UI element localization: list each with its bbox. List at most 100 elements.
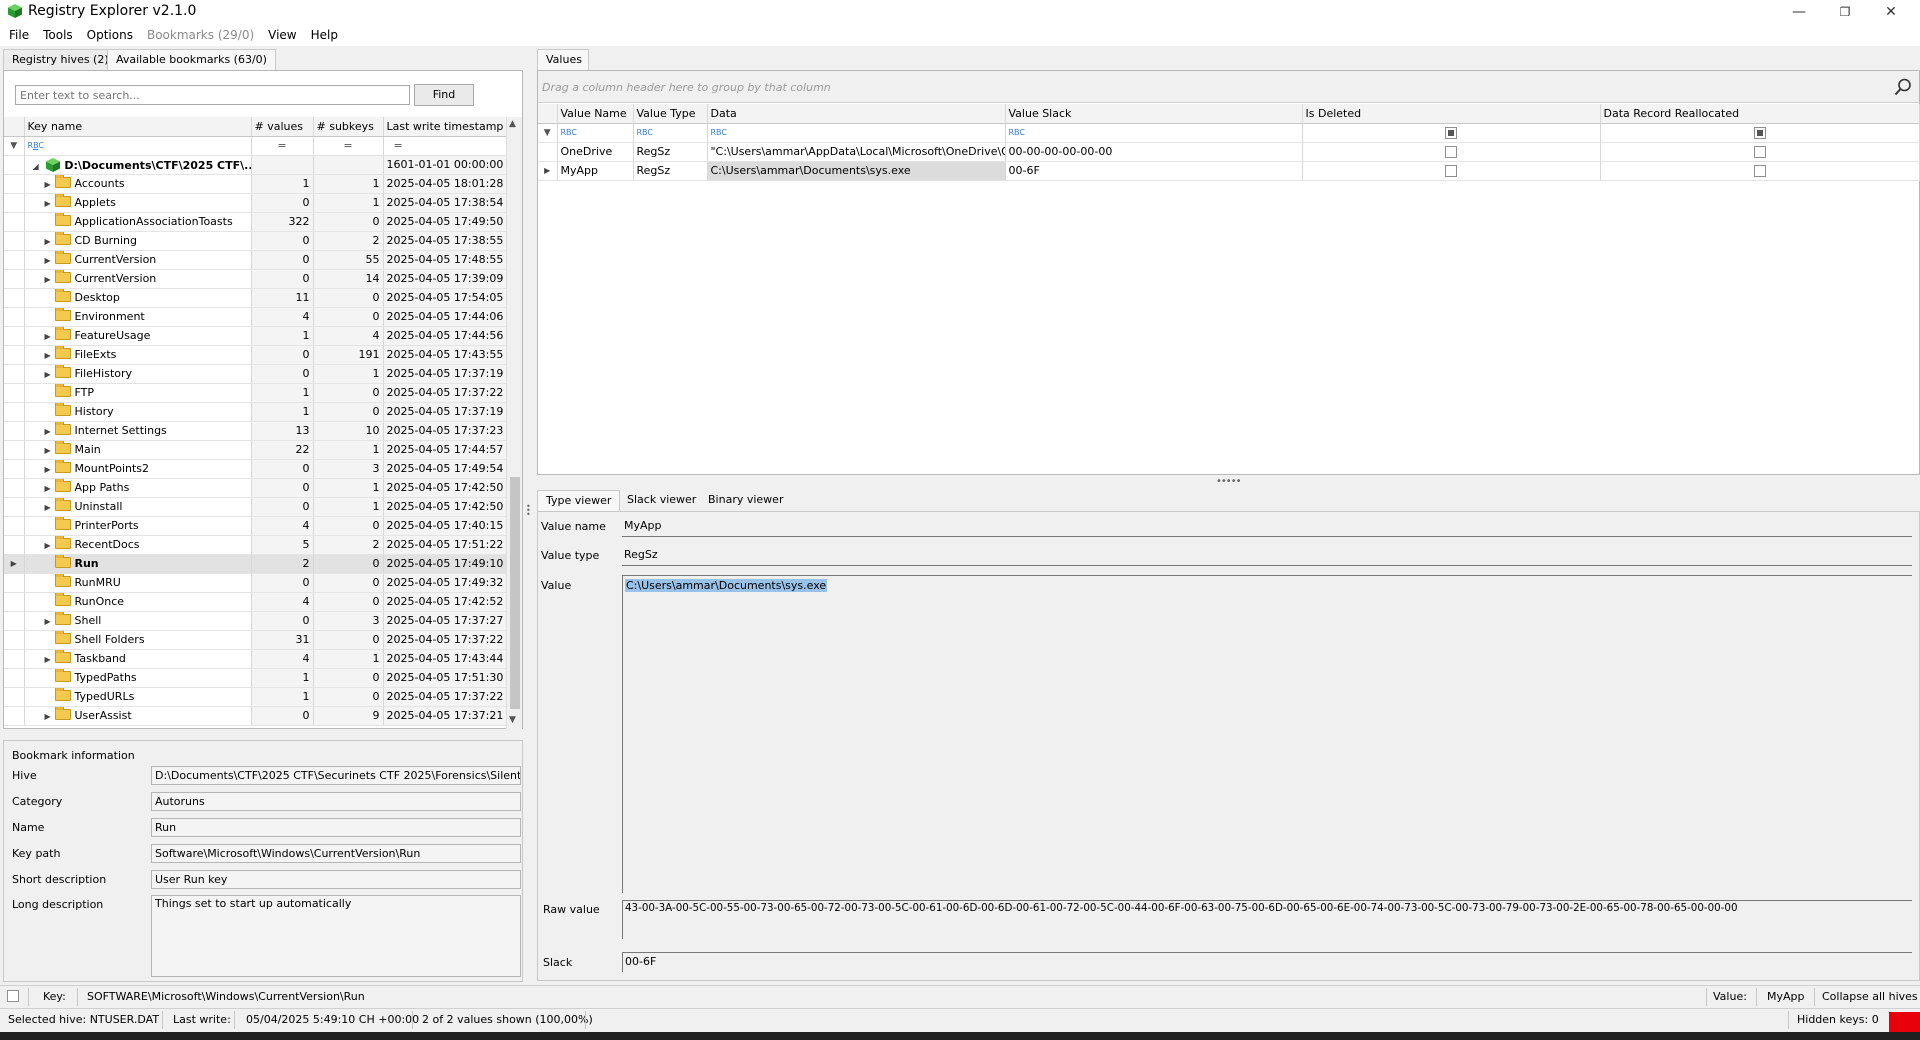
tree-row[interactable]: ▶ UserAssist 0 9 2025-04-05 17:37:21: [4, 706, 507, 726]
col-subkeys[interactable]: # subkeys: [313, 117, 384, 137]
filter-subkeys[interactable]: =: [313, 136, 384, 156]
tab-values[interactable]: Values: [537, 49, 589, 70]
slack-field[interactable]: 00-6F: [622, 952, 1912, 972]
group-by-area[interactable]: Drag a column header here to group by th…: [538, 71, 1919, 103]
col-values[interactable]: # values: [251, 117, 314, 137]
tree-row[interactable]: History 1 0 2025-04-05 17:37:19: [4, 402, 507, 422]
value-type-field[interactable]: RegSz: [622, 546, 1912, 566]
tree-row[interactable]: ▶ CD Burning 0 2 2025-04-05 17:38:55: [4, 231, 507, 251]
col-data-record-reallocated[interactable]: Data Record Reallocated: [1600, 104, 1920, 124]
reallocated-checkbox[interactable]: [1753, 165, 1766, 177]
menu-help[interactable]: Help: [306, 24, 343, 46]
value-row-onedrive[interactable]: OneDrive RegSz "C:\Users\ammar\AppData\L…: [538, 142, 1920, 162]
category-field[interactable]: Autoruns: [151, 792, 521, 811]
filter-value-slack[interactable]: RBC: [1005, 123, 1303, 143]
find-button[interactable]: Find: [414, 84, 474, 106]
tree-row[interactable]: FTP 1 0 2025-04-05 17:37:22: [4, 383, 507, 403]
value-row-myapp[interactable]: ▶ MyApp RegSz C:\Users\ammar\Documents\s…: [538, 161, 1920, 181]
filter-reallocated-checkbox[interactable]: [1753, 127, 1766, 139]
col-value-name[interactable]: Value Name: [557, 104, 634, 124]
tree-row[interactable]: ▶ FileHistory 0 1 2025-04-05 17:37:19: [4, 364, 507, 384]
key-bar-checkbox[interactable]: [7, 990, 19, 1002]
collapse-all-hives-button[interactable]: Collapse all hives: [1822, 990, 1918, 1003]
expand-arrow-icon[interactable]: ▶: [45, 655, 55, 664]
expand-arrow-icon[interactable]: ▶: [45, 237, 55, 246]
scroll-up-icon[interactable]: ▲: [509, 119, 516, 129]
tab-type-viewer[interactable]: Type viewer: [537, 490, 621, 511]
filter-timestamp[interactable]: =: [383, 136, 507, 156]
tree-row[interactable]: Shell Folders 31 0 2025-04-05 17:37:22: [4, 630, 507, 650]
col-last-write[interactable]: Last write timestamp: [383, 117, 507, 137]
expand-arrow-icon[interactable]: ▶: [45, 332, 55, 341]
expand-arrow-icon[interactable]: ▶: [45, 484, 55, 493]
search-icon[interactable]: [1894, 78, 1912, 96]
expand-arrow-icon[interactable]: ▶: [45, 427, 55, 436]
expand-arrow-icon[interactable]: ▶: [45, 503, 55, 512]
filter-values[interactable]: =: [251, 136, 314, 156]
raw-value-field[interactable]: 43-00-3A-00-5C-00-55-00-73-00-65-00-72-0…: [622, 900, 1912, 939]
tree-row[interactable]: ▶ FeatureUsage 1 4 2025-04-05 17:44:56: [4, 326, 507, 346]
tree-row[interactable]: ▶ CurrentVersion 0 55 2025-04-05 17:48:55: [4, 250, 507, 270]
tab-slack-viewer[interactable]: Slack viewer: [619, 490, 704, 511]
tab-available-bookmarks[interactable]: Available bookmarks (63/0): [107, 49, 276, 70]
filter-key-name[interactable]: RBC: [24, 136, 252, 156]
expand-arrow-icon[interactable]: ▶: [45, 541, 55, 550]
menu-bookmarks[interactable]: Bookmarks (29/0): [142, 24, 259, 46]
reallocated-checkbox[interactable]: [1753, 146, 1766, 158]
expand-arrow-icon[interactable]: ▶: [45, 351, 55, 360]
tree-row[interactable]: TypedPaths 1 0 2025-04-05 17:51:30: [4, 668, 507, 688]
col-data[interactable]: Data: [707, 104, 1006, 124]
maximize-button[interactable]: ❐: [1822, 0, 1868, 24]
filter-deleted-checkbox[interactable]: [1445, 127, 1457, 139]
tree-row[interactable]: ▶ Main 22 1 2025-04-05 17:44:57: [4, 440, 507, 460]
menu-tools[interactable]: Tools: [38, 24, 78, 46]
col-value-slack[interactable]: Value Slack: [1005, 104, 1303, 124]
tree-row[interactable]: ▶ FileExts 0 191 2025-04-05 17:43:55: [4, 345, 507, 365]
value-name-field[interactable]: MyApp: [622, 517, 1912, 537]
expand-arrow-icon[interactable]: ▶: [45, 617, 55, 626]
tree-row[interactable]: ▶ Uninstall 0 1 2025-04-05 17:42:50: [4, 497, 507, 517]
long-description-field[interactable]: Things set to start up automatically: [151, 895, 521, 977]
search-input[interactable]: [15, 85, 410, 105]
scroll-down-icon[interactable]: ▼: [509, 715, 516, 725]
expand-arrow-icon[interactable]: ▶: [45, 275, 55, 284]
tree-row[interactable]: Environment 4 0 2025-04-05 17:44:06: [4, 307, 507, 327]
is-deleted-checkbox[interactable]: [1445, 146, 1457, 158]
tree-row[interactable]: ▶ MountPoints2 0 3 2025-04-05 17:49:54: [4, 459, 507, 479]
hive-field[interactable]: D:\Documents\CTF\2025 CTF\Securinets CTF…: [151, 766, 521, 785]
tree-row[interactable]: ApplicationAssociationToasts 322 0 2025-04-…: [4, 212, 507, 232]
tree-row[interactable]: ▶ Run 2 0 2025-04-05 17:49:10: [4, 554, 507, 574]
col-key-name[interactable]: Key name: [24, 117, 252, 137]
expand-arrow-icon[interactable]: ▶: [45, 199, 55, 208]
filter-data[interactable]: RBC: [707, 123, 1006, 143]
filter-value-name[interactable]: RBC: [557, 123, 634, 143]
tree-row[interactable]: RunMRU 0 0 2025-04-05 17:49:32: [4, 573, 507, 593]
tab-binary-viewer[interactable]: Binary viewer: [700, 490, 791, 511]
close-button[interactable]: ✕: [1868, 0, 1914, 24]
alert-indicator[interactable]: [1889, 1012, 1920, 1032]
menu-view[interactable]: View: [263, 24, 301, 46]
expand-arrow-icon[interactable]: ▶: [45, 370, 55, 379]
tree-row[interactable]: ▶ CurrentVersion 0 14 2025-04-05 17:39:09: [4, 269, 507, 289]
minimize-button[interactable]: —: [1776, 0, 1822, 24]
expand-arrow-icon[interactable]: ▶: [45, 465, 55, 474]
key-path-field[interactable]: Software\Microsoft\Windows\CurrentVersio…: [151, 844, 521, 863]
expand-arrow-icon[interactable]: ▶: [45, 256, 55, 265]
menu-file[interactable]: File: [4, 24, 34, 46]
tree-row[interactable]: ▶ Internet Settings 13 10 2025-04-05 17:37:2…: [4, 421, 507, 441]
name-field[interactable]: Run: [151, 818, 521, 837]
filter-value-type[interactable]: RBC: [633, 123, 708, 143]
col-is-deleted[interactable]: Is Deleted: [1302, 104, 1601, 124]
collapse-arrow-icon[interactable]: ◢: [33, 162, 43, 171]
short-description-field[interactable]: User Run key: [151, 870, 521, 889]
tree-row[interactable]: ▶ Shell 0 3 2025-04-05 17:37:27: [4, 611, 507, 631]
tree-row-root[interactable]: ◢ D:\Documents\CTF\2025 CTF\... 1601-01-…: [4, 155, 507, 175]
horizontal-splitter[interactable]: •••••: [1216, 476, 1241, 487]
tree-row[interactable]: ▶ Accounts 1 1 2025-04-05 18:01:28: [4, 174, 507, 194]
tree-row[interactable]: ▶ Taskband 4 1 2025-04-05 17:43:44: [4, 649, 507, 669]
tab-registry-hives[interactable]: Registry hives (2): [3, 49, 117, 70]
tree-row[interactable]: ▶ RecentDocs 5 2 2025-04-05 17:51:22: [4, 535, 507, 555]
is-deleted-checkbox[interactable]: [1445, 165, 1457, 177]
tree-row[interactable]: ▶ App Paths 0 1 2025-04-05 17:42:50: [4, 478, 507, 498]
tree-row[interactable]: PrinterPorts 4 0 2025-04-05 17:40:15: [4, 516, 507, 536]
